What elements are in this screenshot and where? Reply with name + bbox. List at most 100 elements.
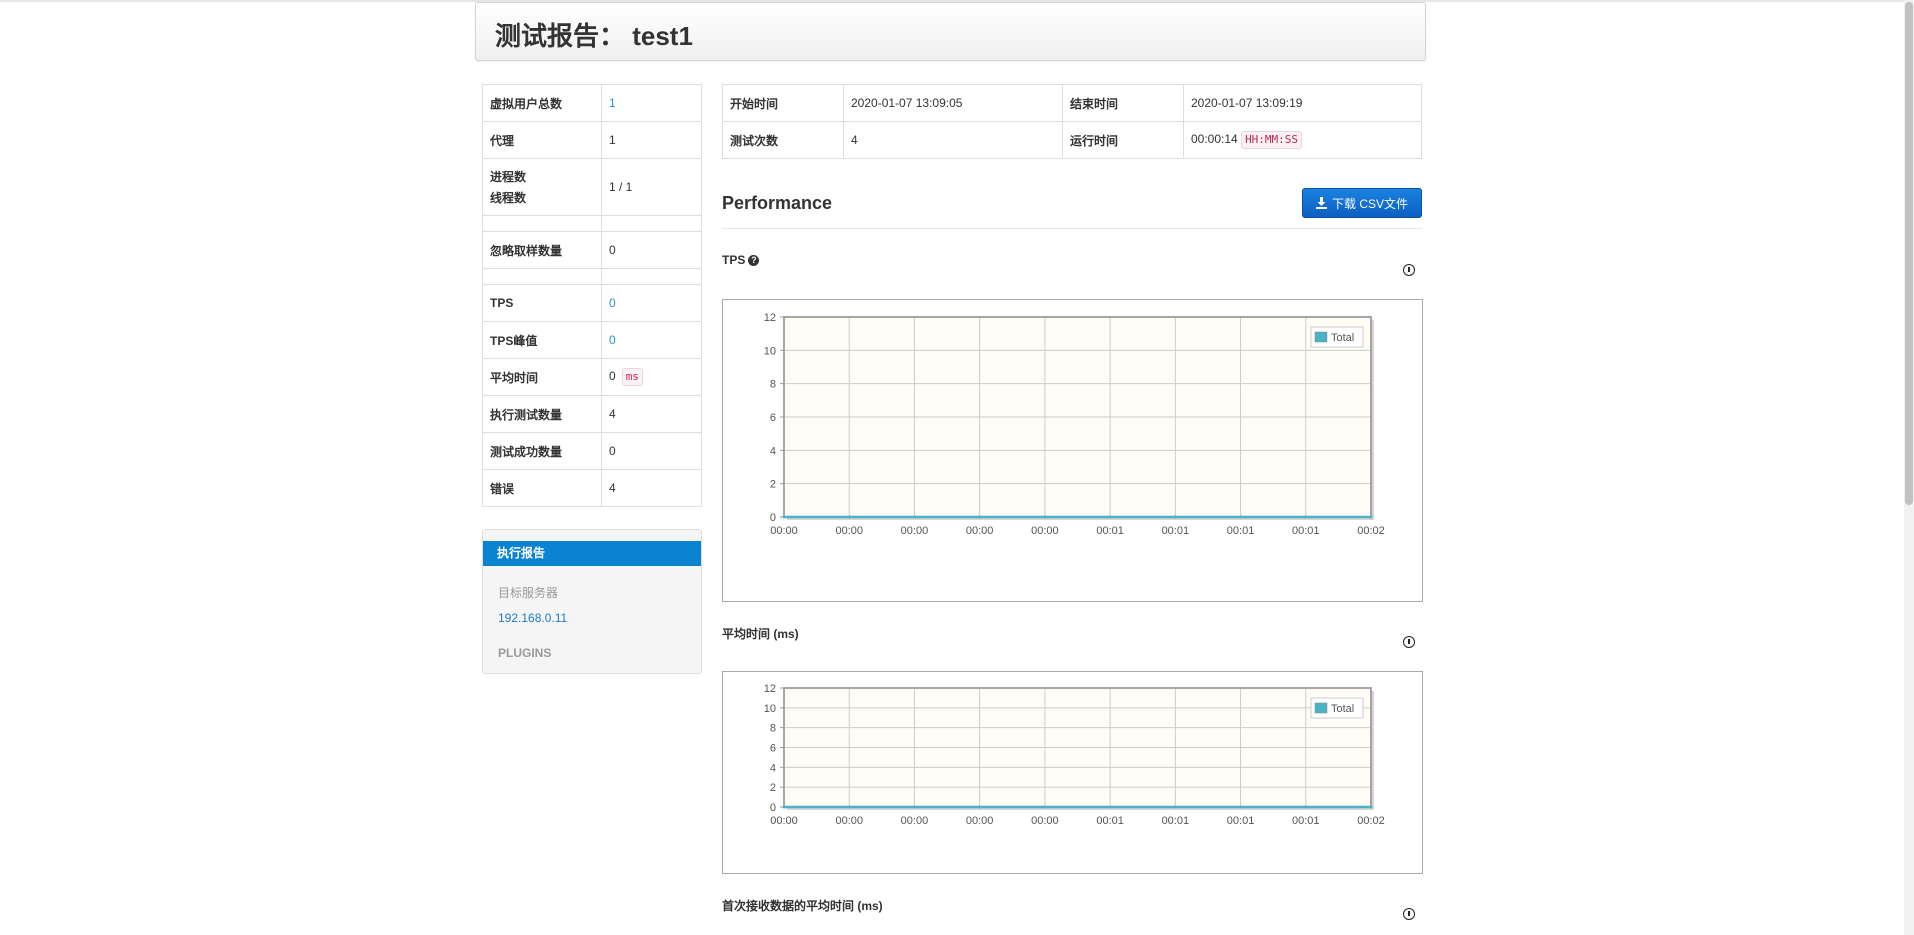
summary-label-text: 代理 xyxy=(490,133,515,148)
summary-value: 1 xyxy=(601,121,702,159)
download-csv-label: 下载 CSV文件 xyxy=(1331,196,1408,211)
summary-value-text: 1 / 1 xyxy=(609,180,633,194)
summary-unit: ms xyxy=(621,368,643,386)
summary-row: 忽略取样数量 0 xyxy=(482,231,702,269)
y-tick-label: 0 xyxy=(770,512,776,524)
summary-value: 4 xyxy=(601,469,702,507)
section-divider xyxy=(722,228,1422,229)
side-nav: 执行报告 目标服务器 192.168.0.11 PLUGINS xyxy=(482,529,702,674)
chart-control-icon[interactable] xyxy=(1403,908,1415,920)
x-tick-label: 00:01 xyxy=(1162,525,1190,537)
y-tick-label: 12 xyxy=(764,683,776,695)
summary-label-text: 线程数 xyxy=(490,191,527,205)
nav-heading-plugins: PLUGINS xyxy=(498,646,552,660)
data-point xyxy=(978,805,982,809)
run-time-cell: 00:00:14 HH:MM:SS xyxy=(1183,121,1422,159)
x-tick-label: 00:01 xyxy=(1096,815,1124,827)
data-point xyxy=(1173,515,1177,519)
summary-value-text: 0 xyxy=(609,333,616,347)
chart-control-icon[interactable] xyxy=(1403,636,1415,648)
run-time-value: 00:00:14 xyxy=(1191,132,1238,146)
summary-row: TPS 0 xyxy=(482,284,702,322)
summary-label: 执行测试数量 xyxy=(482,395,602,433)
x-tick-label: 00:00 xyxy=(835,525,863,537)
data-point xyxy=(782,515,786,519)
summary-value: 0 xyxy=(601,321,702,359)
x-tick-label: 00:00 xyxy=(966,525,994,537)
summary-row: 执行测试数量 4 xyxy=(482,395,702,433)
summary-value: 0 xyxy=(601,432,702,470)
summary-row: 平均时间 0 ms xyxy=(482,358,702,396)
nav-heading-target: 目标服务器 xyxy=(498,586,559,600)
scrollbar-thumb[interactable] xyxy=(1905,2,1913,505)
performance-title: Performance xyxy=(722,193,833,213)
tps-chart-svg: 0 2 4 6 8 10 12 00:00 00:00 00:00 00:00 00:00 00:01 0… xyxy=(764,312,1385,537)
nav-link-server[interactable]: 192.168.0.11 xyxy=(498,611,567,625)
test-info-table: 开始时间 2020-01-07 13:09:05 结束时间 2020-01-07… xyxy=(722,84,1422,159)
summary-spacer-row xyxy=(482,268,702,285)
data-point xyxy=(1239,805,1243,809)
x-tick-label: 00:02 xyxy=(1357,525,1385,537)
page-title: 测试报告： test1 xyxy=(495,21,693,51)
avg-time-chart: 0 2 4 6 8 10 12 00:00 00:00 00:00 00:00 00:00 00:01 0… xyxy=(722,671,1423,874)
tps-chart-title: TPS? xyxy=(722,253,760,267)
summary-value: 0 xyxy=(601,284,702,322)
summary-row: 测试成功数量 0 xyxy=(482,432,702,470)
y-tick-label: 8 xyxy=(770,379,776,391)
summary-value: 1 xyxy=(601,84,702,122)
summary-value-text: 1 xyxy=(609,96,616,110)
summary-table: 虚拟用户总数 1 代理 1 进程数 线程数 1 / 1 忽略取样数量 0 TPS 0 TPS峰值 0 平均… xyxy=(482,84,702,507)
summary-value xyxy=(601,268,702,285)
summary-row: 进程数线程数 1 / 1 xyxy=(482,158,702,216)
chart-control-icon[interactable] xyxy=(1403,264,1415,276)
start-time-value: 2020-01-07 13:09:05 xyxy=(843,84,1063,122)
data-point xyxy=(912,805,916,809)
x-tick-label: 00:01 xyxy=(1162,815,1190,827)
summary-value xyxy=(601,215,702,232)
summary-value-text: 1 xyxy=(609,133,616,147)
summary-row: 代理 1 xyxy=(482,121,702,159)
download-csv-button[interactable]: 下载 CSV文件 xyxy=(1302,188,1422,218)
x-tick-label: 00:01 xyxy=(1096,525,1124,537)
summary-label: TPS峰值 xyxy=(482,321,602,359)
summary-label-text: TPS xyxy=(490,296,514,310)
help-icon[interactable]: ? xyxy=(748,255,760,267)
summary-label xyxy=(482,215,602,232)
summary-value-text: 4 xyxy=(609,407,616,421)
summary-value: 0 xyxy=(601,231,702,269)
test-count-value: 4 xyxy=(843,121,1063,159)
avg-time-chart-svg: 0 2 4 6 8 10 12 00:00 00:00 00:00 00:00 00:00 00:01 0… xyxy=(764,683,1385,827)
summary-value-text: 0 xyxy=(609,243,616,257)
data-point xyxy=(782,805,786,809)
summary-label-text: 进程数 xyxy=(490,170,527,184)
x-tick-label: 00:00 xyxy=(1031,815,1059,827)
summary-row: TPS峰值 0 xyxy=(482,321,702,359)
summary-label-text: 错误 xyxy=(490,481,515,496)
summary-value-text: 0 xyxy=(609,444,616,458)
summary-spacer-row xyxy=(482,215,702,232)
test-count-label: 测试次数 xyxy=(722,121,844,159)
summary-value: 4 xyxy=(601,395,702,433)
summary-value: 1 / 1 xyxy=(601,158,702,216)
summary-row: 错误 4 xyxy=(482,469,702,507)
x-tick-label: 00:00 xyxy=(770,815,798,827)
summary-label-text: 平均时间 xyxy=(490,370,539,385)
summary-label: 测试成功数量 xyxy=(482,432,602,470)
data-point xyxy=(1173,805,1177,809)
data-point xyxy=(1304,515,1308,519)
summary-label: 进程数 线程数 xyxy=(482,158,602,216)
legend-swatch xyxy=(1314,331,1328,343)
summary-label-text: 执行测试数量 xyxy=(490,407,563,422)
y-tick-label: 2 xyxy=(770,782,776,794)
legend-label: Total xyxy=(1331,332,1354,344)
vertical-scrollbar[interactable] xyxy=(1904,0,1914,935)
x-tick-label: 00:02 xyxy=(1357,815,1385,827)
data-point xyxy=(1369,515,1373,519)
data-point xyxy=(1239,515,1243,519)
summary-label: 平均时间 xyxy=(482,358,602,396)
nav-item-report[interactable]: 执行报告 xyxy=(483,541,701,566)
summary-label: 虚拟用户总数 xyxy=(482,84,602,122)
summary-label: 忽略取样数量 xyxy=(482,231,602,269)
x-tick-label: 00:00 xyxy=(966,815,994,827)
summary-label-text: 测试成功数量 xyxy=(490,444,563,459)
